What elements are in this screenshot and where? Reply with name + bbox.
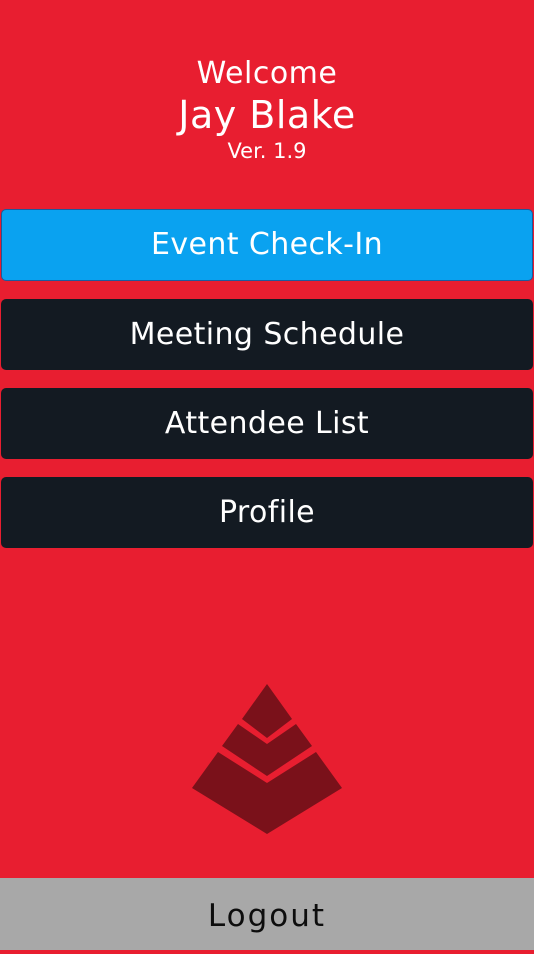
pyramid-logo-icon [192,684,342,834]
event-check-in-button[interactable]: Event Check-In [1,209,533,281]
pyramid-top-layer [242,684,292,738]
profile-button[interactable]: Profile [1,477,533,548]
logout-button[interactable]: Logout [0,878,534,950]
user-name: Jay Blake [178,93,356,137]
home-screen: Welcome Jay Blake Ver. 1.9 Event Check-I… [0,0,534,950]
welcome-header: Welcome Jay Blake Ver. 1.9 [0,56,534,164]
meeting-schedule-button[interactable]: Meeting Schedule [1,299,533,370]
main-menu: Event Check-In Meeting Schedule Attendee… [1,209,533,566]
version-label: Ver. 1.9 [227,139,307,163]
pyramid-logo-svg [192,684,342,834]
attendee-list-button[interactable]: Attendee List [1,388,533,459]
welcome-text: Welcome [196,56,338,91]
